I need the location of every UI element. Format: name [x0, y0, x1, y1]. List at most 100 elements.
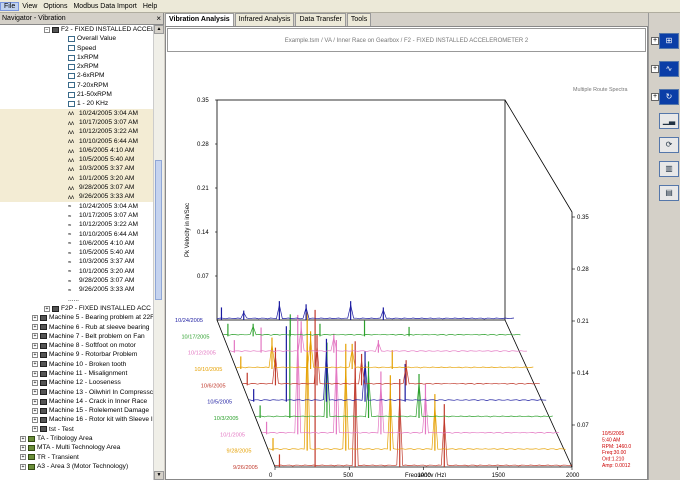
tree-item[interactable]: 2xRPM — [0, 62, 153, 71]
tree-item[interactable]: + Machine 11 - Misalignment — [0, 369, 153, 378]
tree-item[interactable]: + Machine 15 - Rolelement Damage — [0, 406, 153, 415]
scroll-up-icon[interactable]: ▲ — [154, 25, 164, 34]
tree-item[interactable]: ≈10/10/2005 6:44 AM — [0, 230, 153, 239]
tree-item[interactable]: ≈10/6/2005 4:10 AM — [0, 239, 153, 248]
expand-icon[interactable]: + — [32, 342, 38, 349]
waterfall-spectrum-chart[interactable]: 0.07 0.14 0.21 0.28 0.35 0.35 0.28 0.21 0.14 0.07… — [167, 57, 647, 477]
tree-item[interactable]: + Machine 5 - Bearing problem at 22F — [0, 313, 153, 322]
tree-item[interactable]: ʌʌ 10/24/2005 3:04 AM — [0, 108, 153, 118]
expand-icon[interactable]: + — [32, 379, 38, 386]
tab-vibration-analysis[interactable]: Vibration Analysis — [165, 13, 234, 26]
expand-icon[interactable]: + — [20, 463, 26, 470]
chart-bars-icon[interactable]: ▥ — [659, 161, 679, 177]
expand-icon[interactable]: + — [20, 445, 26, 451]
cycle-icon[interactable]: ↻ — [659, 89, 679, 105]
expand-icon[interactable]: + — [651, 93, 659, 101]
refresh-icon[interactable]: ⟳ — [659, 137, 679, 153]
spectrum-trace[interactable] — [268, 339, 566, 450]
expand-icon[interactable]: + — [32, 398, 38, 405]
tree-item[interactable]: ʌʌ 10/10/2005 6:44 AM — [0, 136, 153, 146]
tree-item-label: Machine 16 - Rotor kit with Sleeve I — [49, 416, 153, 424]
tree-item[interactable]: + Machine 13 - Oilwhirl In Compressc — [0, 388, 153, 397]
menu-view[interactable]: View — [19, 3, 40, 10]
expand-icon[interactable]: + — [32, 370, 38, 377]
tree-item[interactable]: ≈10/3/2005 3:37 AM — [0, 257, 153, 266]
tree-item[interactable]: + Machine 16 - Rotor kit with Sleeve I — [0, 415, 153, 424]
tree-item[interactable]: ≈10/17/2005 3:07 AM — [0, 211, 153, 220]
tree-item[interactable]: ≈10/1/2005 3:20 AM — [0, 267, 153, 276]
menu-options[interactable]: Options — [40, 3, 70, 10]
spectrum-icon[interactable]: ▁▃ — [659, 113, 679, 129]
expand-icon[interactable]: + — [20, 435, 26, 442]
tree-item[interactable]: + Machine 10 - Broken tooth — [0, 360, 153, 369]
expand-icon[interactable]: + — [32, 426, 38, 433]
tree-item[interactable]: + A3 - Area 3 (Motor Technology) — [0, 462, 153, 471]
scroll-thumb[interactable] — [155, 160, 162, 300]
expand-icon[interactable]: + — [651, 65, 659, 73]
tree-item[interactable]: Overall Value — [0, 34, 153, 43]
tree-item[interactable]: ≈10/24/2005 3:04 AM — [0, 202, 153, 211]
expand-icon[interactable]: + — [32, 333, 38, 340]
depth-axis-line — [216, 319, 276, 468]
spectrum-trace[interactable] — [223, 325, 521, 336]
tree-item[interactable]: + MTA - Multi Technology Area — [0, 443, 153, 452]
expand-icon[interactable]: + — [32, 417, 38, 424]
tree-item[interactable]: + Machine 12 - Looseness — [0, 378, 153, 387]
expand-icon[interactable]: + — [651, 37, 659, 45]
tree-item[interactable]: − F2 - FIXED INSTALLED ACCELE — [0, 25, 153, 34]
expand-icon[interactable]: + — [32, 352, 38, 359]
tree-item[interactable]: 7-20xRPM — [0, 81, 153, 90]
collapse-icon[interactable]: − — [44, 26, 50, 33]
spectrum-trace[interactable] — [236, 338, 534, 369]
tree-item[interactable]: ʌʌ 9/28/2005 3:07 AM — [0, 183, 153, 193]
tab-data-transfer[interactable]: Data Transfer — [295, 13, 346, 26]
tree-item[interactable]: + F2P - FIXED INSTALLED ACC P — [0, 304, 153, 313]
tree-item[interactable]: 1xRPM — [0, 53, 153, 62]
spectrum-trace[interactable] — [216, 304, 515, 320]
tree-item[interactable]: ʌʌ 10/17/2005 3:07 AM — [0, 117, 153, 128]
tree-item[interactable]: ≈10/5/2005 5:40 AM — [0, 248, 153, 257]
expand-icon[interactable]: + — [32, 314, 38, 321]
tree-item[interactable]: ≈9/28/2005 3:07 AM — [0, 276, 153, 285]
tree-item[interactable]: + Machine 6 - Rub at sleeve bearing — [0, 323, 153, 332]
chart-area-icon[interactable]: ▤ — [659, 185, 679, 201]
tree-item[interactable]: ʌʌ 10/1/2005 3:20 AM — [0, 173, 153, 184]
expand-icon[interactable]: + — [44, 305, 50, 312]
tree-item[interactable]: ʌʌ 10/5/2005 5:40 AM — [0, 155, 153, 165]
tab-tools[interactable]: Tools — [346, 13, 372, 26]
close-icon[interactable]: × — [156, 14, 161, 23]
tree-item[interactable]: ʌʌ 10/12/2005 3:22 AM — [0, 127, 153, 137]
expand-icon[interactable]: + — [32, 407, 38, 414]
expand-icon[interactable]: + — [32, 324, 38, 331]
tree-item[interactable]: ʌʌ 9/26/2005 3:33 AM — [0, 192, 153, 202]
tree-item[interactable]: Speed — [0, 44, 153, 53]
tree-item[interactable]: 2-6xRPM — [0, 71, 153, 80]
tree-item[interactable]: ʌʌ 10/6/2005 4:10 AM — [0, 145, 153, 156]
tree-item[interactable]: + Machine 7 - Belt problem on Fan — [0, 332, 153, 341]
grid-plot-icon[interactable]: ⊞ — [659, 33, 679, 49]
tree-item[interactable]: 21-50xRPM — [0, 90, 153, 99]
expand-icon[interactable]: + — [32, 361, 38, 368]
tree-item[interactable]: ʌʌ 10/3/2005 3:37 AM — [0, 164, 153, 174]
expand-icon[interactable]: + — [20, 454, 26, 461]
tree-item[interactable]: ≈9/26/2005 3:33 AM — [0, 285, 153, 294]
scroll-down-icon[interactable]: ▼ — [154, 471, 164, 480]
tree-item[interactable]: + Machine 9 - Rotorbar Problem — [0, 350, 153, 359]
navigator-scrollbar[interactable]: ▲ ▼ — [153, 25, 164, 480]
tree-item[interactable]: + Machine 8 - Softfoot on motor — [0, 341, 153, 350]
menu-modbus-data-import[interactable]: Modbus Data Import — [70, 3, 139, 10]
tree-item[interactable]: 1 - 20 KHz — [0, 99, 153, 108]
tree-item[interactable]: ...... — [0, 295, 153, 304]
tree-item-label: 10/6/2005 4:10 AM — [79, 146, 135, 154]
tree-item[interactable]: + TR - Transient — [0, 453, 153, 462]
menu-help[interactable]: Help — [140, 3, 160, 10]
tree-item[interactable]: + tst - Test — [0, 425, 153, 434]
sine-wave-icon[interactable]: ∿ — [659, 61, 679, 77]
tree-item[interactable]: ≈10/12/2005 3:22 AM — [0, 220, 153, 229]
tree-item[interactable]: + TA - Tribology Area — [0, 434, 153, 443]
menu-file[interactable]: File — [0, 1, 20, 11]
tree-item[interactable]: + Machine 14 - Crack in Inner Race — [0, 397, 153, 406]
tab-infrared-analysis[interactable]: Infrared Analysis — [234, 13, 295, 26]
spectrum-trace[interactable] — [249, 351, 547, 401]
expand-icon[interactable]: + — [32, 389, 38, 396]
